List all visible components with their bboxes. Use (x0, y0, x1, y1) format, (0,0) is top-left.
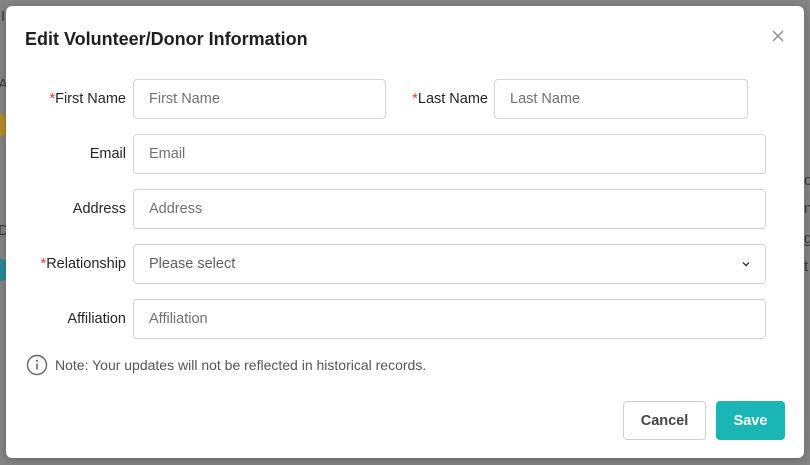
affiliation-input[interactable] (133, 299, 766, 339)
address-label: Address (72, 201, 126, 217)
first-name-input[interactable] (133, 79, 386, 119)
last-name-label-text: Last Name (417, 91, 488, 107)
email-label: Email (89, 146, 126, 162)
background-text-fragment: g (804, 230, 810, 247)
last-name-label: *Last Name (388, 79, 488, 119)
background-text-fragment: n (804, 200, 810, 217)
dialog-title: Edit Volunteer/Donor Information (25, 29, 308, 49)
address-input[interactable] (133, 189, 766, 229)
info-icon (26, 354, 48, 376)
note-text: Note: Your updates will not be reflected… (55, 357, 427, 373)
chevron-down-icon (742, 262, 750, 267)
first-name-label: *First Name (26, 79, 126, 119)
cancel-button[interactable]: Cancel (623, 401, 706, 440)
background-text-fragment: t (804, 258, 809, 275)
last-name-input[interactable] (494, 79, 748, 119)
first-name-label-text: First Name (55, 91, 126, 107)
email-input[interactable] (133, 134, 766, 174)
save-button[interactable]: Save (716, 401, 785, 440)
affiliation-label: Affiliation (67, 311, 126, 327)
relationship-label: *Relationship (26, 244, 126, 284)
historical-records-note: Note: Your updates will not be reflected… (26, 354, 426, 376)
relationship-label-text: Relationship (46, 256, 126, 272)
relationship-select[interactable]: Please select (133, 244, 766, 284)
background-text-fragment: o (804, 172, 810, 189)
relationship-selected-value: Please select (149, 256, 236, 272)
close-icon[interactable] (770, 28, 786, 44)
background-text-fragment: I (1, 8, 6, 25)
edit-volunteer-dialog: Edit Volunteer/Donor Information *First … (6, 6, 804, 458)
